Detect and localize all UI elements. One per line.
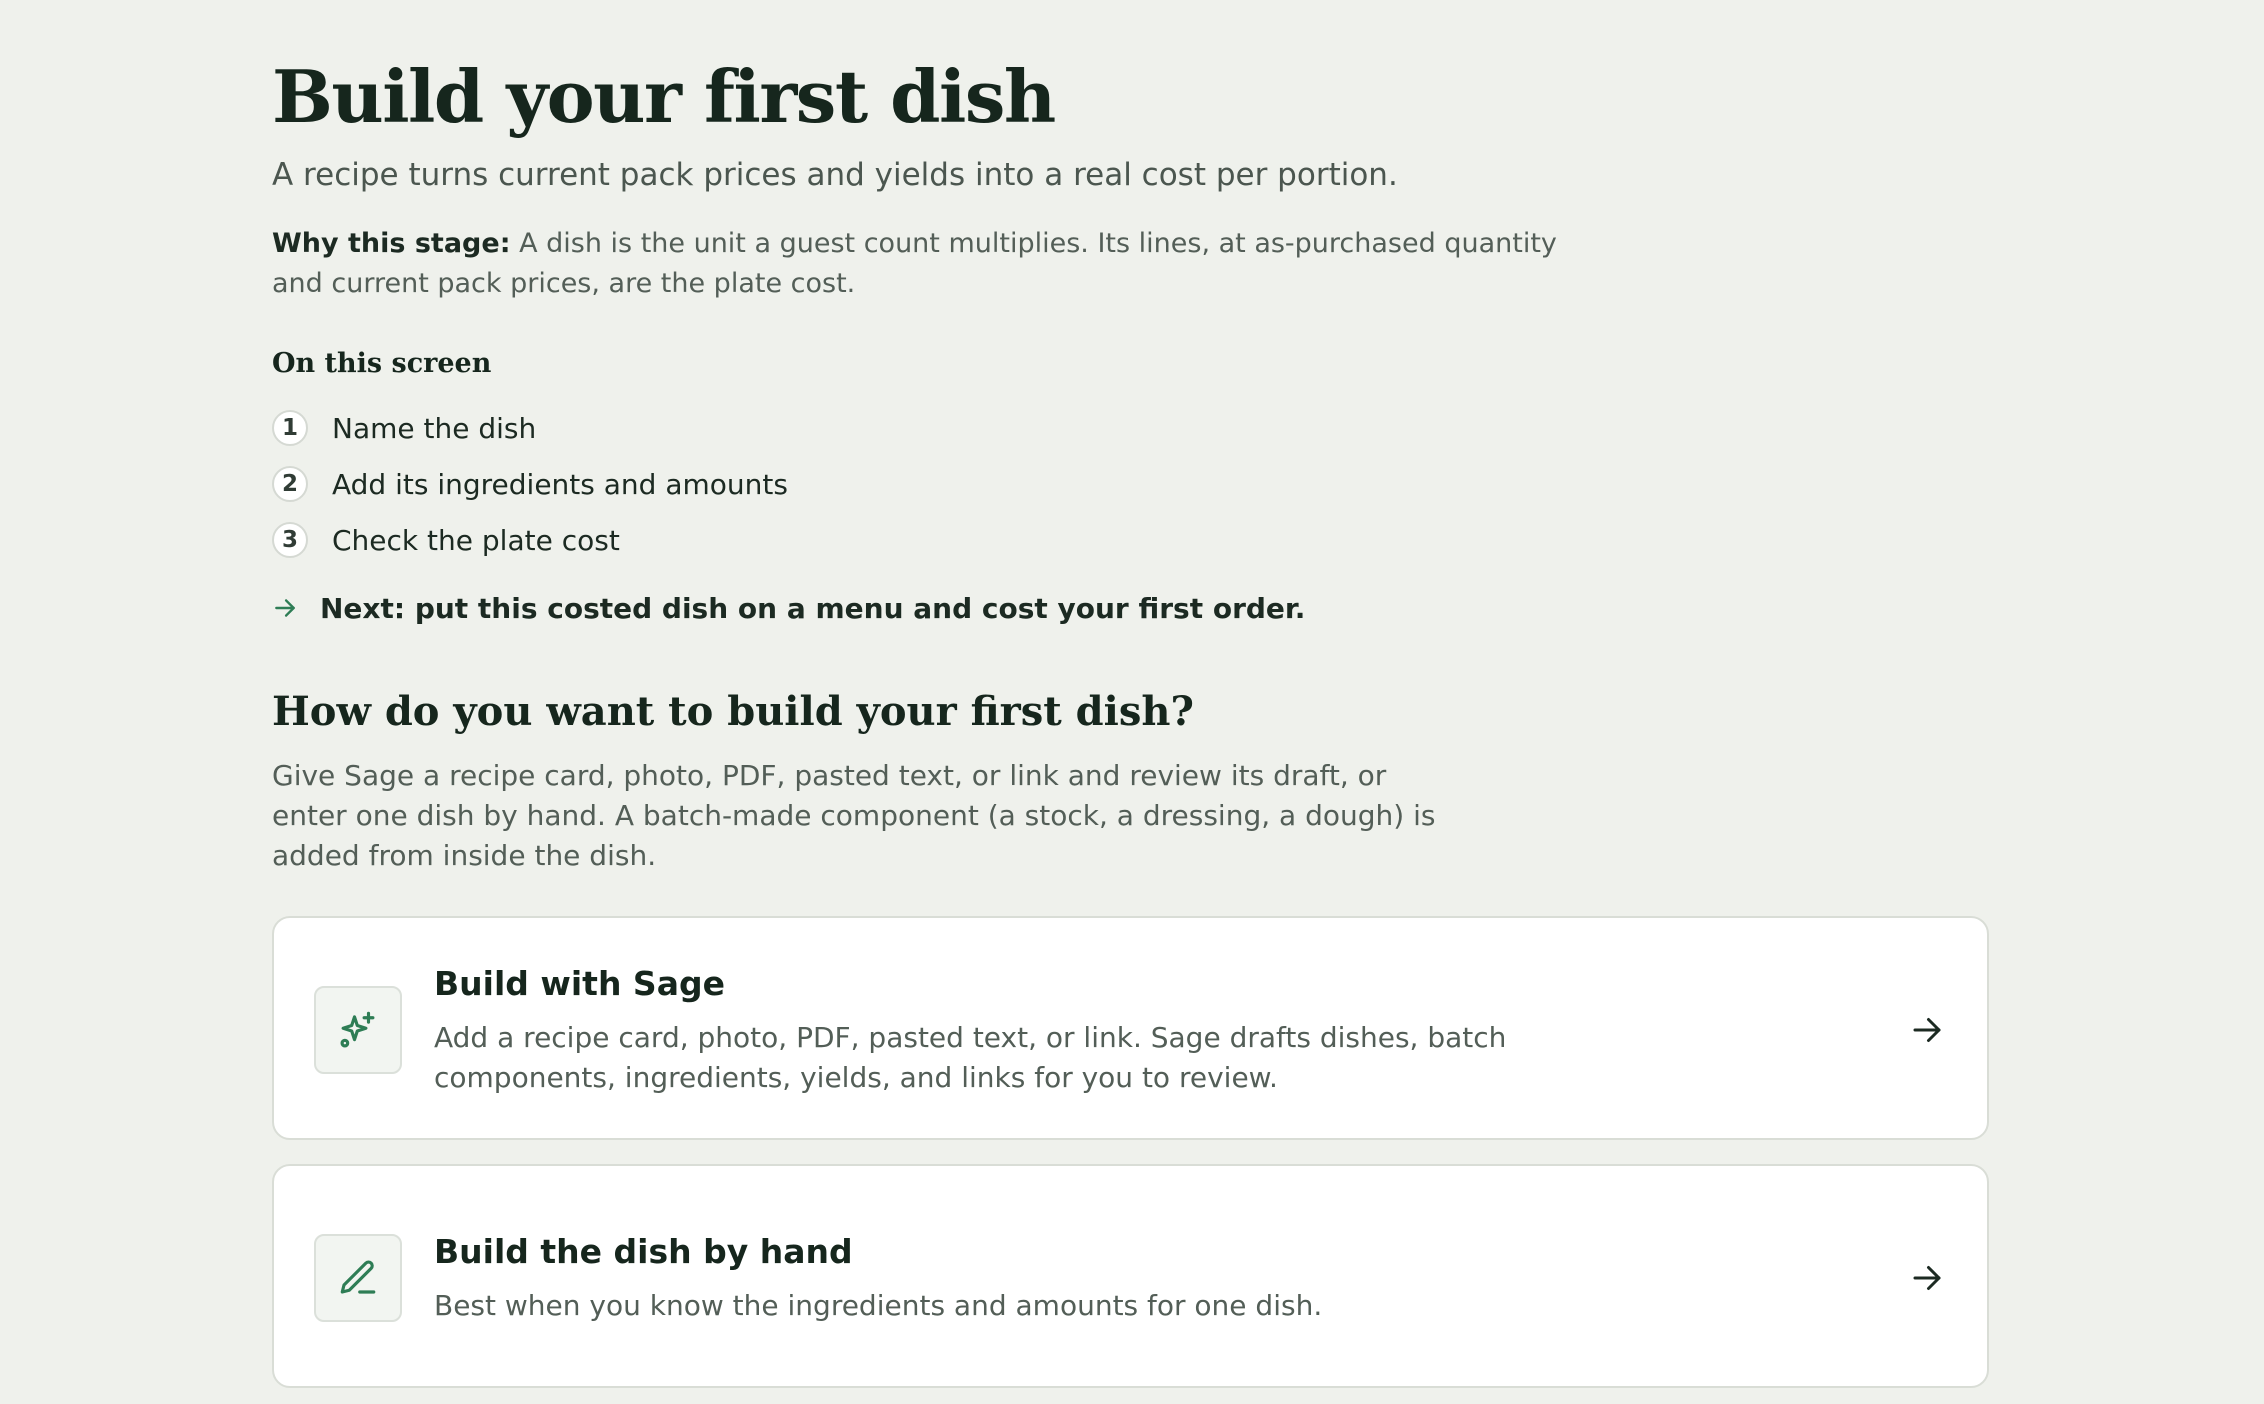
pencil-icon bbox=[314, 1234, 402, 1322]
option-description: Best when you know the ingredients and a… bbox=[434, 1289, 1323, 1322]
step-item: 1 Name the dish bbox=[272, 400, 788, 456]
build-by-hand-card[interactable]: Build the dish by hand Best when you kno… bbox=[272, 1164, 1989, 1388]
build-method-heading: How do you want to build your first dish… bbox=[272, 688, 1194, 735]
step-item: 3 Check the plate cost bbox=[272, 512, 788, 568]
option-title: Build the dish by hand bbox=[434, 1232, 853, 1271]
build-method-description: Give Sage a recipe card, photo, PDF, pas… bbox=[272, 759, 1436, 872]
why-this-stage: Why this stage: A dish is the unit a gue… bbox=[272, 224, 1572, 304]
why-this-stage-label: Why this stage: bbox=[272, 228, 511, 259]
step-label: Name the dish bbox=[332, 411, 537, 445]
option-description: Add a recipe card, photo, PDF, pasted te… bbox=[434, 1021, 1507, 1094]
next-step-hint: Next: put this costed dish on a menu and… bbox=[272, 586, 1305, 630]
build-with-sage-card[interactable]: Build with Sage Add a recipe card, photo… bbox=[272, 916, 1989, 1140]
arrow-right-icon bbox=[272, 595, 298, 621]
page-title: Build your first dish bbox=[272, 54, 1056, 139]
step-number-badge: 1 bbox=[272, 410, 308, 446]
step-number-badge: 2 bbox=[272, 466, 308, 502]
step-label: Check the plate cost bbox=[332, 523, 620, 557]
steps-list: 1 Name the dish 2 Add its ingredients an… bbox=[272, 400, 788, 568]
on-this-screen-heading: On this screen bbox=[272, 348, 492, 379]
step-number-badge: 3 bbox=[272, 522, 308, 558]
option-title: Build with Sage bbox=[434, 964, 725, 1003]
next-step-text: Next: put this costed dish on a menu and… bbox=[320, 591, 1306, 625]
step-item: 2 Add its ingredients and amounts bbox=[272, 456, 788, 512]
arrow-right-icon bbox=[1909, 1012, 1945, 1048]
step-label: Add its ingredients and amounts bbox=[332, 467, 788, 501]
sparkles-icon bbox=[314, 986, 402, 1074]
arrow-right-icon bbox=[1909, 1260, 1945, 1296]
page-subtitle: A recipe turns current pack prices and y… bbox=[272, 157, 1398, 193]
